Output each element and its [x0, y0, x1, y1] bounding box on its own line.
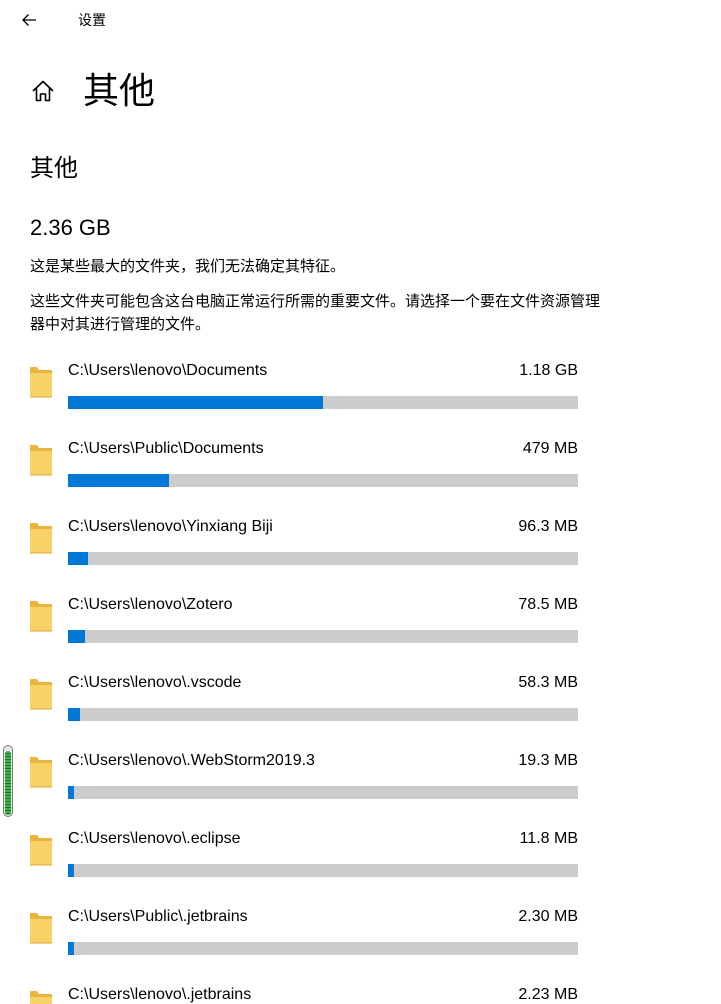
folder-path: C:\Users\lenovo\Zotero [68, 596, 233, 613]
folder-list-item[interactable]: C:\Users\lenovo\.WebStorm2019.3 19.3 MB [0, 742, 600, 820]
folder-path: C:\Users\Public\.jetbrains [68, 908, 248, 925]
folder-path: C:\Users\lenovo\Documents [68, 362, 268, 379]
folder-size: 1.18 GB [519, 362, 578, 379]
total-size: 2.36 GB [30, 215, 111, 240]
folder-icon [30, 757, 52, 788]
usage-bar-track [68, 708, 578, 721]
folder-size: 58.3 MB [518, 674, 578, 691]
folder-icon [30, 445, 52, 476]
usage-bar-track [68, 396, 578, 409]
folder-icon [30, 601, 52, 632]
folder-size: 2.30 MB [518, 908, 578, 925]
settings-page: 设置 其他 其他 2.36 GB 这是某些最大的文件夹，我们无法确定其特征。 这… [0, 0, 721, 1004]
usage-bar-track [68, 786, 578, 799]
usage-bar-fill [68, 786, 74, 799]
home-icon [28, 76, 58, 106]
description-text: 这是某些最大的文件夹，我们无法确定其特征。 [30, 258, 346, 275]
back-button[interactable] [12, 4, 46, 36]
folder-path: C:\Users\Public\Documents [68, 440, 264, 457]
usage-bar-fill [68, 864, 74, 877]
folder-list-item[interactable]: C:\Users\lenovo\.vscode 58.3 MB [0, 664, 600, 742]
folder-size: 19.3 MB [518, 752, 578, 769]
page-title: 其他 [83, 70, 156, 111]
folder-list-item[interactable]: C:\Users\lenovo\Zotero 78.5 MB [0, 586, 600, 664]
folder-list-item[interactable]: C:\Users\Public\.jetbrains 2.30 MB [0, 898, 600, 976]
folder-size: 2.23 MB [518, 986, 578, 1003]
usage-bar-track [68, 942, 578, 955]
page-header: 其他 [28, 66, 155, 116]
title-bar: 设置 [0, 0, 721, 40]
usage-bar-fill [68, 552, 88, 565]
usage-bar-track [68, 552, 578, 565]
back-arrow-icon [22, 14, 36, 26]
folder-size: 11.8 MB [519, 830, 578, 847]
scroll-indicator[interactable] [3, 745, 13, 817]
folder-size: 479 MB [522, 440, 578, 457]
folder-icon [30, 991, 52, 1004]
app-title: 设置 [78, 12, 106, 28]
folder-list-item[interactable]: C:\Users\lenovo\Documents 1.18 GB [0, 352, 600, 430]
usage-bar-fill [68, 474, 169, 487]
usage-bar-fill [68, 396, 323, 409]
folder-icon [30, 367, 52, 398]
folder-icon [30, 523, 52, 554]
usage-bar-track [68, 864, 578, 877]
folder-size: 78.5 MB [518, 596, 578, 613]
folder-icon [30, 913, 52, 944]
folder-icon [30, 679, 52, 710]
usage-bar-track [68, 630, 578, 643]
folder-list-item[interactable]: C:\Users\lenovo\.eclipse 11.8 MB [0, 820, 600, 898]
folder-path: C:\Users\lenovo\.vscode [68, 674, 242, 691]
scroll-indicator-fill [5, 751, 11, 815]
folder-list-item[interactable]: C:\Users\lenovo\Yinxiang Biji 96.3 MB [0, 508, 600, 586]
description-warning-text: 这些文件夹可能包含这台电脑正常运行所需的重要文件。请选择一个要在文件资源管理器中… [30, 293, 601, 333]
usage-bar-fill [68, 942, 74, 955]
folder-path: C:\Users\lenovo\.WebStorm2019.3 [68, 752, 315, 769]
folder-list-item[interactable]: C:\Users\Public\Documents 479 MB [0, 430, 600, 508]
folder-path: C:\Users\lenovo\.jetbrains [68, 986, 252, 1003]
usage-bar-track [68, 474, 578, 487]
usage-bar-fill [68, 708, 80, 721]
folder-list-item[interactable]: C:\Users\lenovo\.jetbrains 2.23 MB [0, 976, 600, 1004]
folder-size: 96.3 MB [518, 518, 578, 535]
folder-path: C:\Users\lenovo\.eclipse [68, 830, 241, 847]
section-title: 其他 [30, 155, 78, 182]
folder-path: C:\Users\lenovo\Yinxiang Biji [68, 518, 273, 535]
usage-bar-fill [68, 630, 85, 643]
folder-icon [30, 835, 52, 866]
